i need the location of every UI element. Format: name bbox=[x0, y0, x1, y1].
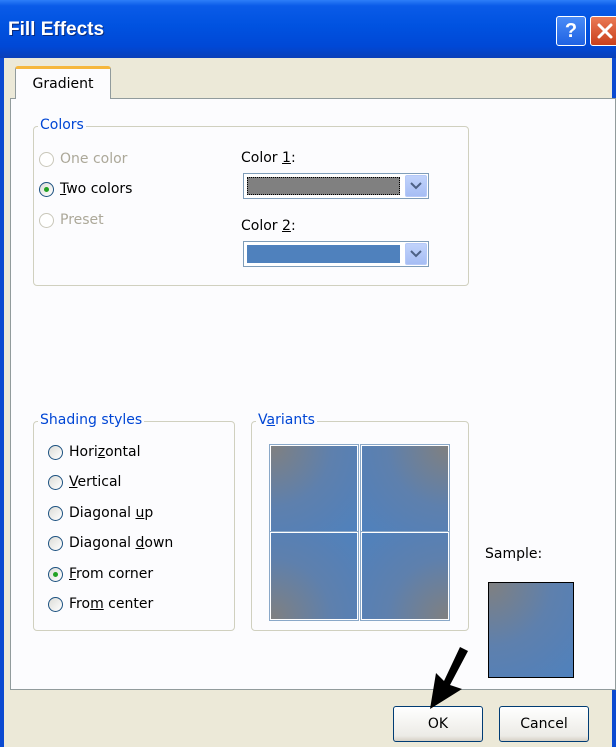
window-frame-left bbox=[0, 58, 4, 747]
cancel-button[interactable]: Cancel bbox=[499, 706, 589, 742]
radio-horizontal[interactable]: Horizontal bbox=[48, 442, 141, 462]
close-button[interactable] bbox=[590, 16, 616, 46]
help-icon: ? bbox=[564, 20, 578, 42]
color1-swatch bbox=[247, 177, 400, 195]
radio-indicator bbox=[48, 505, 63, 521]
radio-indicator bbox=[48, 566, 63, 582]
radio-from-corner-label: From corner bbox=[69, 566, 154, 582]
title-bar: Fill Effects ? bbox=[0, 0, 616, 58]
radio-two-colors-label: Two colors bbox=[60, 181, 133, 197]
chevron-down-icon bbox=[410, 182, 422, 190]
radio-indicator bbox=[39, 181, 54, 197]
variant-bottom-right[interactable] bbox=[360, 531, 450, 621]
sample-label: Sample: bbox=[485, 546, 543, 562]
variant-bottom-left[interactable] bbox=[269, 531, 359, 621]
radio-one-color-label: One color bbox=[60, 151, 128, 167]
color2-swatch bbox=[247, 245, 400, 263]
radio-vertical[interactable]: Vertical bbox=[48, 472, 121, 492]
radio-one-color[interactable]: One color bbox=[39, 149, 127, 169]
radio-preset[interactable]: Preset bbox=[39, 210, 104, 230]
chevron-down-icon bbox=[410, 250, 422, 258]
color1-label: Color 1: bbox=[241, 150, 296, 166]
pointer-arrow-icon bbox=[430, 647, 468, 709]
radio-from-center-label: From center bbox=[69, 596, 154, 612]
radio-from-center[interactable]: From center bbox=[48, 594, 153, 614]
variant-top-left[interactable] bbox=[269, 444, 359, 534]
variant-top-right[interactable] bbox=[360, 444, 450, 534]
shading-styles-legend: Shading styles bbox=[38, 412, 145, 428]
colors-legend: Colors bbox=[38, 117, 86, 133]
tab-gradient[interactable]: Gradient bbox=[15, 66, 111, 99]
radio-indicator bbox=[48, 596, 63, 612]
color1-dropdown-arrow[interactable] bbox=[405, 175, 427, 197]
color1-dropdown[interactable] bbox=[243, 173, 429, 199]
radio-vertical-label: Vertical bbox=[69, 474, 122, 490]
radio-horizontal-label: Horizontal bbox=[69, 444, 141, 460]
radio-diagonal-up-label: Diagonal up bbox=[69, 505, 154, 521]
radio-indicator bbox=[39, 151, 54, 167]
radio-indicator bbox=[48, 474, 63, 490]
color2-dropdown[interactable] bbox=[243, 241, 429, 267]
radio-indicator bbox=[48, 535, 63, 551]
radio-indicator bbox=[48, 444, 63, 460]
radio-diagonal-down-label: Diagonal down bbox=[69, 535, 174, 551]
window-title: Fill Effects bbox=[8, 19, 105, 40]
radio-indicator bbox=[39, 212, 54, 228]
radio-from-corner[interactable]: From corner bbox=[48, 564, 153, 584]
sample-preview bbox=[488, 582, 574, 678]
radio-preset-label: Preset bbox=[60, 212, 104, 228]
help-button[interactable]: ? bbox=[556, 16, 586, 46]
close-icon bbox=[597, 23, 613, 39]
radio-diagonal-down[interactable]: Diagonal down bbox=[48, 533, 173, 553]
radio-two-colors[interactable]: Two colors bbox=[39, 179, 132, 199]
color2-label: Color 2: bbox=[241, 218, 296, 234]
radio-diagonal-up[interactable]: Diagonal up bbox=[48, 503, 153, 523]
tab-gradient-label: Gradient bbox=[32, 76, 94, 92]
color2-dropdown-arrow[interactable] bbox=[405, 243, 427, 265]
variants-legend: Variants bbox=[256, 412, 317, 428]
